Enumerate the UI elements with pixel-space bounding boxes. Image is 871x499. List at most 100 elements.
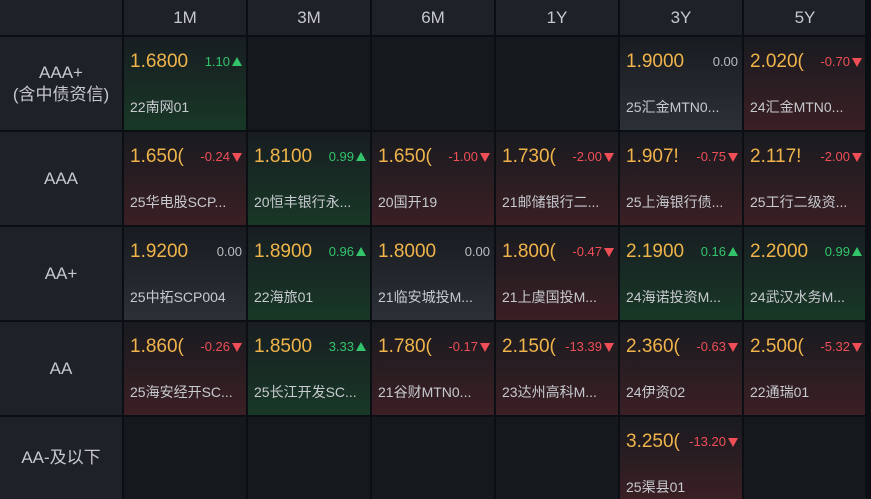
change-text: 0.99: [328, 149, 354, 164]
arrow-up-icon: [356, 247, 366, 256]
change-text: -0.24: [200, 149, 230, 164]
change-text: -0.17: [448, 339, 478, 354]
col-header-1m[interactable]: 1M: [124, 0, 246, 35]
row-header: AAA: [0, 132, 122, 225]
quote-cell[interactable]: 1.6800 1.10 22南网01: [124, 37, 246, 130]
bond-name: 25中拓SCP004: [130, 289, 226, 305]
change-value: -13.20: [689, 434, 738, 449]
quote-cell[interactable]: 2.020( -0.70 24汇金MTN0...: [744, 37, 866, 130]
quote-cell[interactable]: 1.8000 0.00 21临安城投M...: [372, 227, 494, 320]
change-text: 1.10: [204, 54, 230, 69]
change-text: -13.20: [689, 434, 726, 449]
bond-name: 25长江开发SC...: [254, 384, 357, 400]
yield-value: 1.8000: [378, 241, 436, 262]
yield-value: 2.020(: [750, 51, 804, 72]
change-value: 0.16: [701, 244, 738, 259]
yield-value: 3.250(: [626, 431, 680, 452]
empty-cell: [372, 37, 494, 130]
quote-cell[interactable]: 1.8900 0.96 22海旅01: [248, 227, 370, 320]
arrow-down-icon: [480, 343, 490, 352]
quote-cell[interactable]: 1.907! -0.75 25上海银行债...: [620, 132, 742, 225]
header-corner: [0, 0, 122, 35]
quote-cell[interactable]: 1.8100 0.99 20恒丰银行永...: [248, 132, 370, 225]
change-text: -1.00: [448, 149, 478, 164]
empty-cell: [496, 37, 618, 130]
quote-cell[interactable]: 1.860(-0.26 25海安经开SC...: [124, 322, 246, 415]
quote-cell[interactable]: 1.730(-2.00 21邮储银行二...: [496, 132, 618, 225]
bond-name: 25上海银行债...: [626, 194, 724, 210]
change-value: 0.00: [713, 54, 738, 69]
quote-cell[interactable]: 1.780(-0.17 21谷财MTN0...: [372, 322, 494, 415]
change-text: 0.99: [824, 244, 850, 259]
arrow-down-icon: [604, 153, 614, 162]
quote-cell[interactable]: 1.650(-1.00 20国开19: [372, 132, 494, 225]
bond-name: 23达州高科M...: [502, 384, 597, 400]
change-text: -5.32: [820, 339, 850, 354]
change-value: 0.99: [329, 149, 366, 164]
col-header-5y[interactable]: 5Y: [744, 0, 866, 35]
arrow-down-icon: [852, 58, 862, 67]
row-header-label: AA-及以下: [21, 448, 101, 467]
quote-cell[interactable]: 2.1900 0.16 24海诺投资M...: [620, 227, 742, 320]
change-value: -0.17: [448, 339, 490, 354]
change-value: 0.00: [217, 244, 242, 259]
change-value: -13.39: [565, 339, 614, 354]
empty-cell: [372, 417, 494, 499]
quote-cell[interactable]: 2.360(-0.63 24伊资02: [620, 322, 742, 415]
quote-cell[interactable]: 3.250( -13.20 25渠县01: [620, 417, 742, 499]
change-text: -2.00: [572, 149, 602, 164]
arrow-down-icon: [728, 343, 738, 352]
change-value: -0.75: [696, 149, 738, 164]
quote-cell[interactable]: 2.2000 0.99 24武汉水务M...: [744, 227, 866, 320]
change-text: -0.75: [696, 149, 726, 164]
empty-cell: [124, 417, 246, 499]
col-header-3y[interactable]: 3Y: [620, 0, 742, 35]
change-value: -2.00: [820, 149, 862, 164]
change-text: 0.16: [700, 244, 726, 259]
quote-cell[interactable]: 1.800(-0.47 21上虞国投M...: [496, 227, 618, 320]
quote-cell[interactable]: 1.650(-0.24 25华电股SCP...: [124, 132, 246, 225]
change-value: -2.00: [572, 149, 614, 164]
row-header-label: AAA+: [39, 62, 83, 82]
change-value: 1.10: [205, 54, 242, 69]
bond-name: 20国开19: [378, 194, 438, 210]
change-text: 0.96: [328, 244, 354, 259]
bond-name: 25渠县01: [626, 479, 686, 495]
change-text: -0.26: [200, 339, 230, 354]
quote-cell[interactable]: 2.500( -5.32 22通瑞01: [744, 322, 866, 415]
change-text: -0.47: [572, 244, 602, 259]
bond-name: 21邮储银行二...: [502, 194, 600, 210]
change-text: 0.00: [464, 244, 490, 259]
change-value: -5.32: [820, 339, 862, 354]
col-header-1y[interactable]: 1Y: [496, 0, 618, 35]
yield-value: 2.1900: [626, 241, 684, 262]
arrow-down-icon: [852, 343, 862, 352]
col-header-3m[interactable]: 3M: [248, 0, 370, 35]
quote-cell[interactable]: 1.8500 3.33 25长江开发SC...: [248, 322, 370, 415]
yield-value: 1.8900: [254, 241, 312, 262]
yield-value: 2.360(: [626, 336, 680, 357]
change-value: -0.24: [200, 149, 242, 164]
yield-matrix: 1M 3M 6M 1Y 3Y 5Y AAA+ (含中债资信) 1.6800 1.10 2…: [0, 0, 871, 499]
col-header-6m[interactable]: 6M: [372, 0, 494, 35]
bond-name: 24汇金MTN0...: [750, 99, 844, 115]
change-text: -2.00: [820, 149, 850, 164]
bond-name: 21临安城投M...: [378, 289, 473, 305]
yield-value: 1.8500: [254, 336, 312, 357]
yield-value: 1.780(: [378, 336, 432, 357]
change-text: -0.70: [820, 54, 850, 69]
quote-cell[interactable]: 2.117! -2.00 25工行二级资...: [744, 132, 866, 225]
yield-value: 2.150(: [502, 336, 556, 357]
bond-name: 22通瑞01: [750, 384, 810, 400]
arrow-up-icon: [356, 342, 366, 351]
bond-name: 25华电股SCP...: [130, 194, 227, 210]
quote-cell[interactable]: 1.9000 0.00 25汇金MTN0...: [620, 37, 742, 130]
yield-value: 1.8100: [254, 146, 312, 167]
row-header-label: AA: [49, 358, 73, 378]
quote-cell[interactable]: 2.150( -13.39 23达州高科M...: [496, 322, 618, 415]
change-value: -0.63: [696, 339, 738, 354]
yield-value: 1.9200: [130, 241, 188, 262]
yield-value: 2.500(: [750, 336, 804, 357]
row-header-label: AA+: [44, 263, 78, 283]
quote-cell[interactable]: 1.9200 0.00 25中拓SCP004: [124, 227, 246, 320]
